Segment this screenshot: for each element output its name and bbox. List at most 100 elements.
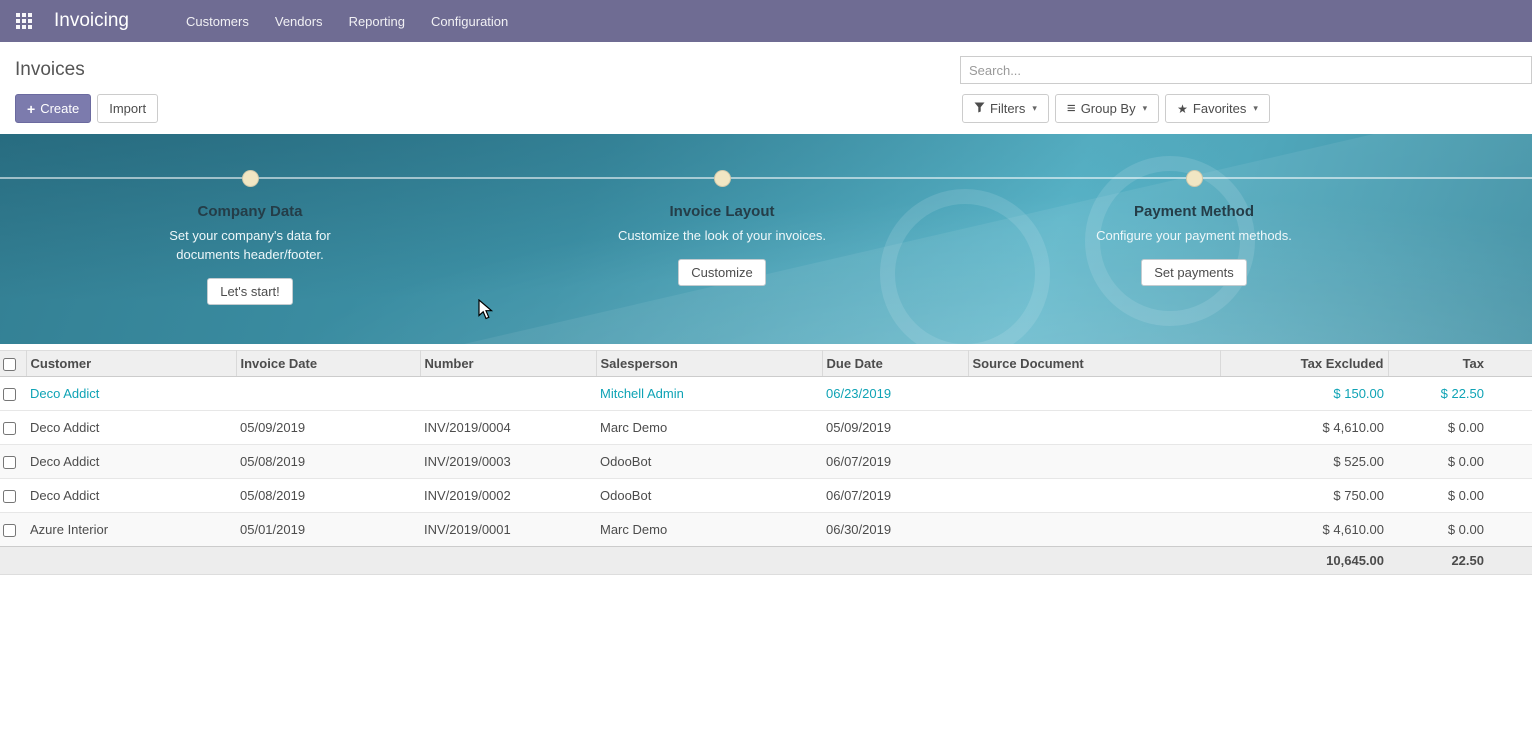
menu-reporting[interactable]: Reporting	[336, 0, 418, 42]
cell-customer[interactable]: Azure Interior	[26, 513, 236, 547]
menu-customers[interactable]: Customers	[173, 0, 262, 42]
onboarding-step-company-data: Company Data Set your company's data for…	[90, 134, 410, 305]
row-checkbox[interactable]	[3, 456, 16, 469]
totals-row: 10,645.00 22.50	[0, 547, 1532, 575]
cell-tax[interactable]: $ 0.00	[1388, 479, 1532, 513]
step-title: Company Data	[90, 203, 410, 220]
column-source-document[interactable]: Source Document	[968, 351, 1220, 377]
cell-tax[interactable]: $ 22.50	[1388, 377, 1532, 411]
row-checkbox[interactable]	[3, 490, 16, 503]
column-tax-excluded[interactable]: Tax Excluded	[1220, 351, 1388, 377]
cell-invoice-date[interactable]	[236, 377, 420, 411]
cell-number[interactable]: INV/2019/0002	[420, 479, 596, 513]
filters-button[interactable]: Filters ▾	[962, 94, 1049, 123]
select-all-checkbox[interactable]	[3, 358, 16, 371]
invoice-list: Customer Invoice Date Number Salesperson…	[0, 350, 1532, 575]
page-title: Invoices	[15, 56, 85, 83]
cell-salesperson[interactable]: OdooBot	[596, 445, 822, 479]
cell-number[interactable]: INV/2019/0001	[420, 513, 596, 547]
invoice-row[interactable]: Deco Addict 05/09/2019 INV/2019/0004 Mar…	[0, 411, 1532, 445]
invoice-row[interactable]: Deco Addict 05/08/2019 INV/2019/0002 Odo…	[0, 479, 1532, 513]
table-header-row: Customer Invoice Date Number Salesperson…	[0, 351, 1532, 377]
total-tax-excluded: 10,645.00	[1220, 547, 1388, 575]
import-button-label: Import	[109, 101, 146, 116]
group-by-button[interactable]: ≡ Group By ▾	[1055, 94, 1159, 123]
group-by-icon: ≡	[1067, 101, 1076, 116]
app-title[interactable]: Invoicing	[54, 10, 129, 32]
cell-customer[interactable]: Deco Addict	[26, 445, 236, 479]
cell-customer[interactable]: Deco Addict	[26, 377, 236, 411]
invoice-row[interactable]: Deco Addict Mitchell Admin 06/23/2019 $ …	[0, 377, 1532, 411]
cell-tax-excluded[interactable]: $ 4,610.00	[1220, 411, 1388, 445]
create-button-label: Create	[40, 101, 79, 116]
onboarding-step-invoice-layout: Invoice Layout Customize the look of you…	[562, 134, 882, 286]
cell-tax-excluded[interactable]: $ 525.00	[1220, 445, 1388, 479]
step-description: Set your company's data for documents he…	[144, 227, 356, 265]
cell-invoice-date[interactable]: 05/08/2019	[236, 445, 420, 479]
onboarding-banner: Company Data Set your company's data for…	[0, 134, 1532, 344]
cell-source-document[interactable]	[968, 411, 1220, 445]
lets-start-button[interactable]: Let's start!	[207, 278, 293, 305]
cell-invoice-date[interactable]: 05/09/2019	[236, 411, 420, 445]
invoice-row[interactable]: Deco Addict 05/08/2019 INV/2019/0003 Odo…	[0, 445, 1532, 479]
menu-vendors[interactable]: Vendors	[262, 0, 336, 42]
search-input[interactable]	[960, 56, 1532, 84]
glasses-decoration	[880, 189, 1050, 344]
cell-due-date[interactable]: 05/09/2019	[822, 411, 968, 445]
cell-tax-excluded[interactable]: $ 750.00	[1220, 479, 1388, 513]
customize-button[interactable]: Customize	[678, 259, 765, 286]
star-icon: ★	[1177, 103, 1188, 115]
cell-salesperson[interactable]: Marc Demo	[596, 411, 822, 445]
cell-number[interactable]: INV/2019/0003	[420, 445, 596, 479]
column-salesperson[interactable]: Salesperson	[596, 351, 822, 377]
cell-salesperson[interactable]: Mitchell Admin	[596, 377, 822, 411]
cell-tax-excluded[interactable]: $ 4,610.00	[1220, 513, 1388, 547]
cell-source-document[interactable]	[968, 377, 1220, 411]
import-button[interactable]: Import	[97, 94, 158, 123]
cell-due-date[interactable]: 06/07/2019	[822, 445, 968, 479]
step-title: Invoice Layout	[562, 203, 882, 220]
cell-customer[interactable]: Deco Addict	[26, 411, 236, 445]
cell-source-document[interactable]	[968, 445, 1220, 479]
column-due-date[interactable]: Due Date	[822, 351, 968, 377]
column-invoice-date[interactable]: Invoice Date	[236, 351, 420, 377]
cell-customer[interactable]: Deco Addict	[26, 479, 236, 513]
apps-menu-icon[interactable]	[16, 13, 32, 29]
cell-invoice-date[interactable]: 05/08/2019	[236, 479, 420, 513]
cell-tax[interactable]: $ 0.00	[1388, 445, 1532, 479]
menu-configuration[interactable]: Configuration	[418, 0, 521, 42]
favorites-button[interactable]: ★ Favorites ▾	[1165, 94, 1270, 123]
cell-due-date[interactable]: 06/07/2019	[822, 479, 968, 513]
chevron-down-icon: ▾	[1032, 103, 1037, 114]
cell-source-document[interactable]	[968, 513, 1220, 547]
cell-due-date[interactable]: 06/30/2019	[822, 513, 968, 547]
column-customer[interactable]: Customer	[26, 351, 236, 377]
cell-tax[interactable]: $ 0.00	[1388, 411, 1532, 445]
column-tax[interactable]: Tax	[1388, 351, 1532, 377]
step-description: Customize the look of your invoices.	[616, 227, 828, 246]
control-panel: Invoices + Create Import Filters	[0, 42, 1532, 134]
onboarding-step-payment-method: Payment Method Configure your payment me…	[1034, 134, 1354, 286]
action-buttons: + Create Import	[15, 94, 1532, 123]
invoice-row[interactable]: Azure Interior 05/01/2019 INV/2019/0001 …	[0, 513, 1532, 547]
row-checkbox[interactable]	[3, 388, 16, 401]
row-checkbox[interactable]	[3, 422, 16, 435]
cell-number[interactable]	[420, 377, 596, 411]
plus-icon: +	[27, 102, 35, 116]
cell-source-document[interactable]	[968, 479, 1220, 513]
cell-number[interactable]: INV/2019/0004	[420, 411, 596, 445]
create-button[interactable]: + Create	[15, 94, 91, 123]
cell-invoice-date[interactable]: 05/01/2019	[236, 513, 420, 547]
filter-icon	[974, 101, 985, 116]
set-payments-button[interactable]: Set payments	[1141, 259, 1247, 286]
cell-salesperson[interactable]: Marc Demo	[596, 513, 822, 547]
cell-tax-excluded[interactable]: $ 150.00	[1220, 377, 1388, 411]
cell-tax[interactable]: $ 0.00	[1388, 513, 1532, 547]
totals-spacer	[0, 547, 1220, 575]
cell-due-date[interactable]: 06/23/2019	[822, 377, 968, 411]
row-checkbox[interactable]	[3, 524, 16, 537]
column-number[interactable]: Number	[420, 351, 596, 377]
group-by-button-label: Group By	[1081, 101, 1136, 116]
chevron-down-icon: ▾	[1143, 103, 1148, 114]
cell-salesperson[interactable]: OdooBot	[596, 479, 822, 513]
